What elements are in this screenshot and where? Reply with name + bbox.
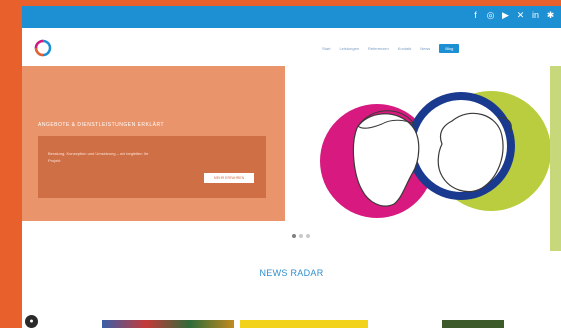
nav-item-referenzen[interactable]: Referenzen bbox=[368, 46, 389, 51]
hero-text: Beratung, Konzeption und Umsetzung – wir… bbox=[48, 151, 149, 163]
hero-illustration bbox=[320, 66, 561, 251]
news-thumbnail[interactable] bbox=[442, 320, 504, 328]
xing-icon[interactable]: ✱ bbox=[546, 10, 555, 21]
news-thumbnail[interactable] bbox=[240, 320, 368, 328]
social-bar: f ◎ ▶ ✕ in ✱ bbox=[22, 6, 561, 28]
slider-dot[interactable] bbox=[299, 234, 303, 238]
linkedin-icon[interactable]: in bbox=[531, 10, 540, 21]
hero-slider: ANGEBOTE & DIENSTLEISTUNGEN ERKLÄRT Bera… bbox=[22, 66, 561, 251]
news-thumbnails bbox=[22, 320, 561, 328]
nav-item-kontakt[interactable]: Kontakt bbox=[398, 46, 412, 51]
chat-icon[interactable]: ● bbox=[25, 315, 38, 328]
nav-item-news[interactable]: News bbox=[420, 46, 430, 51]
twitter-icon[interactable]: ✕ bbox=[516, 10, 525, 21]
hero-text-box: Beratung, Konzeption und Umsetzung – wir… bbox=[38, 136, 266, 198]
slider-dot[interactable] bbox=[306, 234, 310, 238]
brand-logo[interactable] bbox=[32, 37, 54, 59]
news-thumbnail[interactable] bbox=[102, 320, 234, 328]
hero-cta-button[interactable]: MEHR ERFAHREN bbox=[204, 173, 254, 183]
nav-cta-button[interactable]: Blog bbox=[439, 44, 460, 53]
social-icons: f ◎ ▶ ✕ in ✱ bbox=[471, 10, 555, 21]
instagram-icon[interactable]: ◎ bbox=[486, 10, 495, 21]
slider-dot[interactable] bbox=[292, 234, 296, 238]
nav-item-leistungen[interactable]: Leistungen bbox=[339, 46, 359, 51]
section-title: NEWS RADAR bbox=[259, 268, 324, 278]
nav-item-start[interactable]: Start bbox=[322, 46, 330, 51]
hero-slide-panel: ANGEBOTE & DIENSTLEISTUNGEN ERKLÄRT Bera… bbox=[22, 66, 285, 221]
main-navigation: Start Leistungen Referenzen Kontakt News… bbox=[22, 28, 561, 66]
nav-menu: Start Leistungen Referenzen Kontakt News… bbox=[322, 44, 460, 53]
youtube-icon[interactable]: ▶ bbox=[501, 10, 510, 21]
slider-dots bbox=[292, 234, 310, 238]
facebook-icon[interactable]: f bbox=[471, 10, 480, 21]
hero-heading: ANGEBOTE & DIENSTLEISTUNGEN ERKLÄRT bbox=[38, 122, 165, 128]
browser-viewport: f ◎ ▶ ✕ in ✱ Start Leistungen Referenzen… bbox=[22, 6, 561, 328]
